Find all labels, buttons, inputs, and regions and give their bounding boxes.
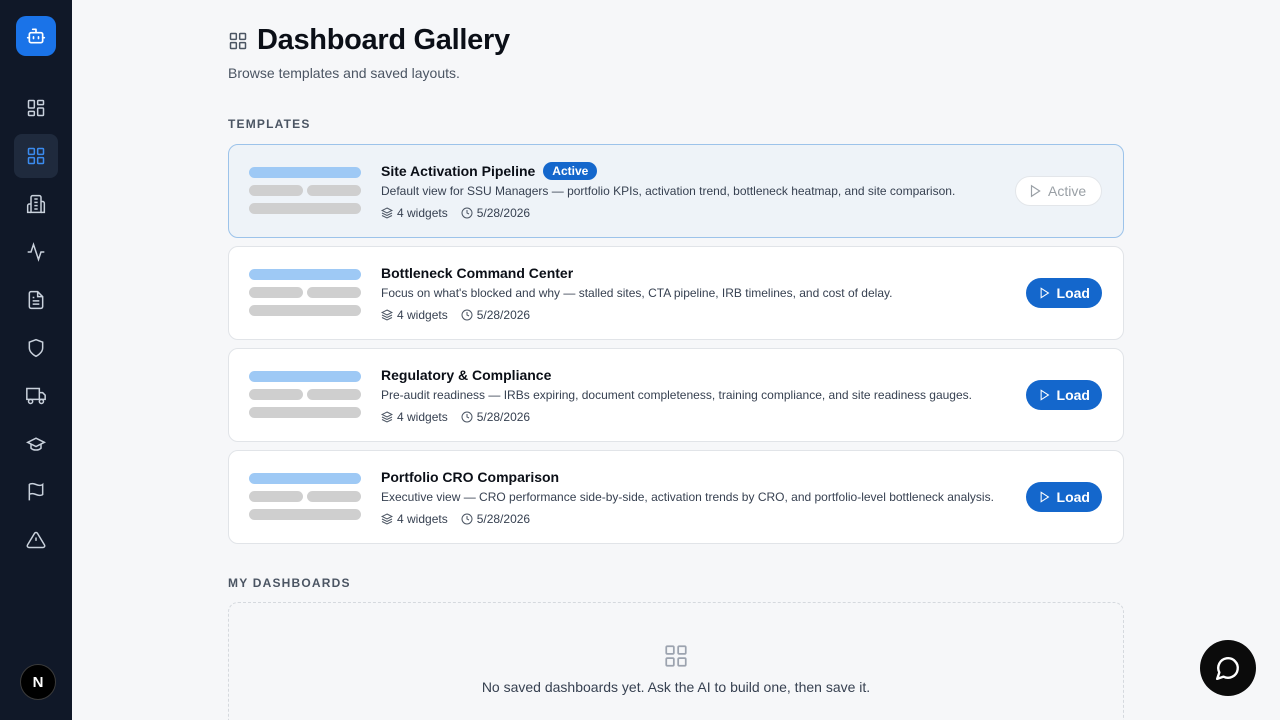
widget-count: 4 widgets <box>397 512 448 526</box>
template-description: Default view for SSU Managers — portfoli… <box>381 184 956 198</box>
page-header: Dashboard Gallery <box>228 24 1124 57</box>
layers-icon <box>381 207 393 219</box>
play-icon <box>1030 184 1041 198</box>
gallery-grid-icon <box>229 32 247 49</box>
play-icon <box>1040 389 1050 401</box>
document-icon <box>28 290 44 310</box>
page-subtitle: Browse templates and saved layouts. <box>228 65 460 81</box>
sidebar-item-alerts[interactable] <box>14 518 58 562</box>
flag-icon <box>28 482 44 501</box>
template-date: 5/28/2026 <box>476 512 531 526</box>
avatar[interactable]: N <box>20 664 56 700</box>
chat-icon <box>1215 657 1239 681</box>
clock-icon <box>461 207 473 219</box>
sidebar: N <box>0 0 72 720</box>
active-badge: Active <box>543 162 598 180</box>
sidebar-item-dashboard[interactable] <box>14 86 58 130</box>
template-thumbnail <box>249 269 361 317</box>
truck-icon <box>26 387 46 405</box>
active-button-label: Active <box>1048 183 1087 199</box>
alert-triangle-icon <box>26 531 46 549</box>
empty-state: No saved dashboards yet. Ask the AI to b… <box>228 602 1124 720</box>
load-button[interactable]: Load <box>1026 482 1102 512</box>
sidebar-item-logistics[interactable] <box>14 374 58 418</box>
load-button[interactable]: Load <box>1026 278 1102 308</box>
layers-icon <box>381 309 393 321</box>
shield-icon <box>28 338 44 358</box>
template-list: Site Activation Pipeline Active Default … <box>228 144 1124 544</box>
play-icon <box>1040 491 1050 503</box>
my-dashboards-section-label: MY DASHBOARDS <box>228 576 351 590</box>
activity-icon <box>27 242 45 262</box>
sidebar-item-activity[interactable] <box>14 230 58 274</box>
widget-count: 4 widgets <box>397 206 448 220</box>
sidebar-item-gallery[interactable] <box>14 134 58 178</box>
clock-icon <box>461 411 473 423</box>
page-title: Dashboard Gallery <box>257 24 510 56</box>
sidebar-item-documents[interactable] <box>14 278 58 322</box>
load-button-label: Load <box>1056 387 1090 403</box>
sidebar-nav <box>14 86 58 566</box>
load-button-label: Load <box>1056 285 1090 301</box>
main-content: Dashboard Gallery Browse templates and s… <box>228 24 1124 720</box>
active-button[interactable]: Active <box>1015 176 1102 206</box>
template-thumbnail <box>249 371 361 419</box>
dashboard-icon <box>27 99 45 117</box>
template-date: 5/28/2026 <box>476 308 531 322</box>
template-name: Site Activation Pipeline <box>381 163 536 179</box>
sidebar-item-sites[interactable] <box>14 182 58 226</box>
layers-icon <box>381 513 393 525</box>
template-description: Pre-audit readiness — IRBs expiring, doc… <box>381 388 972 402</box>
clock-icon <box>461 513 473 525</box>
chat-button[interactable] <box>1200 640 1256 696</box>
graduation-cap-icon <box>26 437 46 451</box>
play-icon <box>1040 287 1050 299</box>
widget-count: 4 widgets <box>397 308 448 322</box>
template-name: Portfolio CRO Comparison <box>381 469 560 485</box>
template-description: Executive view — CRO performance side-by… <box>381 490 994 504</box>
sidebar-item-compliance[interactable] <box>14 326 58 370</box>
template-thumbnail <box>249 473 361 521</box>
template-description: Focus on what's blocked and why — stalle… <box>381 286 893 300</box>
bot-icon <box>26 28 46 44</box>
bot-logo-button[interactable] <box>16 16 56 56</box>
templates-section-label: TEMPLATES <box>228 117 311 131</box>
widget-count: 4 widgets <box>397 410 448 424</box>
template-date: 5/28/2026 <box>476 410 531 424</box>
template-name: Regulatory & Compliance <box>381 367 552 383</box>
load-button-label: Load <box>1056 489 1090 505</box>
gallery-grid-icon <box>27 147 45 165</box>
template-card-bottleneck[interactable]: Bottleneck Command Center Focus on what'… <box>228 246 1124 340</box>
gallery-grid-icon <box>665 645 687 667</box>
template-card-regulatory[interactable]: Regulatory & Compliance Pre-audit readin… <box>228 348 1124 442</box>
template-card-site-activation[interactable]: Site Activation Pipeline Active Default … <box>228 144 1124 238</box>
empty-state-text: No saved dashboards yet. Ask the AI to b… <box>481 679 871 695</box>
clock-icon <box>461 309 473 321</box>
template-name: Bottleneck Command Center <box>381 265 574 281</box>
template-thumbnail <box>249 167 361 215</box>
sidebar-item-milestones[interactable] <box>14 470 58 514</box>
building-icon <box>26 194 46 214</box>
template-date: 5/28/2026 <box>476 206 531 220</box>
layers-icon <box>381 411 393 423</box>
load-button[interactable]: Load <box>1026 380 1102 410</box>
sidebar-item-training[interactable] <box>14 422 58 466</box>
template-card-cro-comparison[interactable]: Portfolio CRO Comparison Executive view … <box>228 450 1124 544</box>
